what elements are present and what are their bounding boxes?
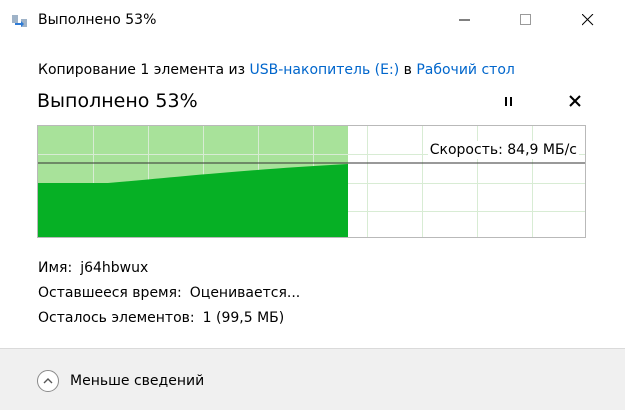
progress-title: Выполнено 53% <box>37 90 198 112</box>
cancel-button[interactable] <box>563 91 587 111</box>
less-details-label: Меньше сведений <box>70 373 205 389</box>
detail-items-row: Осталось элементов: 1 (99,5 МБ) <box>38 309 284 327</box>
less-details-button[interactable]: Меньше сведений <box>37 368 204 394</box>
minimize-icon <box>459 19 470 21</box>
close-window-button[interactable] <box>565 0 611 40</box>
name-label: Имя: <box>38 260 73 276</box>
chevron-up-icon <box>37 370 59 392</box>
copy-prefix: Копирование 1 элемента из <box>38 62 250 78</box>
window-title: Выполнено 53% <box>38 12 157 28</box>
time-remaining-value: Оценивается... <box>189 285 301 301</box>
pause-icon <box>505 97 512 106</box>
destination-link[interactable]: Рабочий стол <box>416 62 515 78</box>
detail-name-row: Имя: j64hbwux <box>38 259 148 277</box>
footer: Меньше сведений <box>0 348 625 410</box>
time-remaining-label: Оставшееся время: <box>38 285 182 301</box>
speed-label: Скорость: 84,9 МБ/с <box>427 141 579 159</box>
maximize-button[interactable] <box>503 0 549 40</box>
cancel-icon <box>569 95 581 107</box>
close-icon <box>582 14 594 26</box>
copy-progress-window: Выполнено 53% Копирование 1 элемента из … <box>0 0 625 410</box>
source-link[interactable]: USB-накопитель (E:) <box>249 62 399 78</box>
pause-button[interactable] <box>496 91 520 111</box>
name-value: j64hbwux <box>80 260 149 276</box>
copy-description: Копирование 1 элемента из USB-накопитель… <box>38 61 515 79</box>
transfer-speed-graph: Скорость: 84,9 МБ/с <box>37 125 586 238</box>
detail-time-row: Оставшееся время: Оценивается... <box>38 284 300 302</box>
items-remaining-label: Осталось элементов: <box>38 310 195 326</box>
copy-middle: в <box>399 62 417 78</box>
items-remaining-value: 1 (99,5 МБ) <box>202 310 285 326</box>
copy-arrow-icon <box>12 13 28 27</box>
maximize-icon <box>520 14 531 25</box>
title-bar[interactable]: Выполнено 53% <box>0 0 625 40</box>
minimize-button[interactable] <box>442 0 488 40</box>
